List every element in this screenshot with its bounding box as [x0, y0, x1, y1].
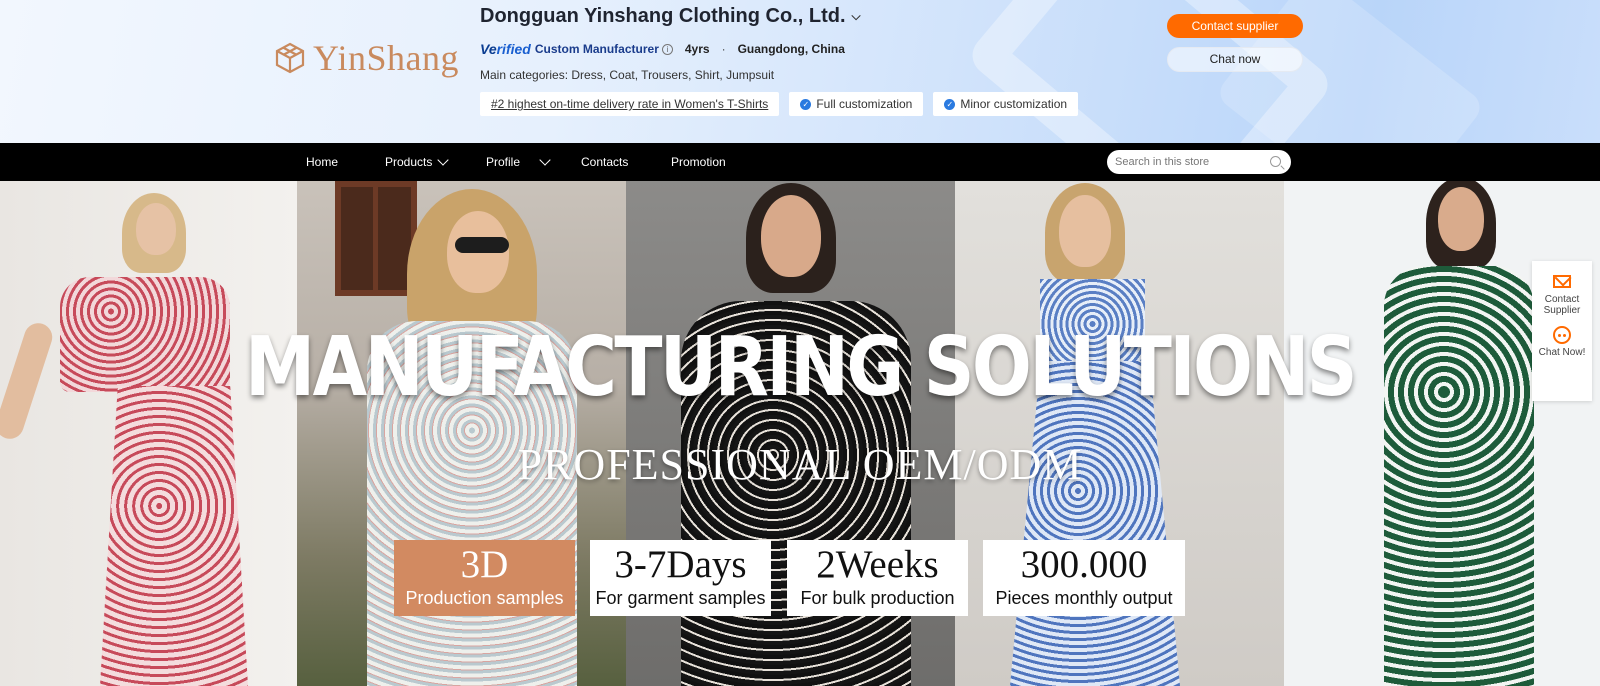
banner-subheadline: PROFESSIONAL OEM/ODM [517, 440, 1083, 489]
chevron-down-icon [437, 154, 450, 166]
supplier-tags: #2 highest on-time delivery rate in Wome… [480, 92, 1079, 116]
manufacturer-type[interactable]: Custom Manufacturer [535, 42, 659, 56]
model-photo-5 [1284, 181, 1600, 686]
stat-label: Pieces monthly output [995, 588, 1173, 608]
chat-now-button[interactable]: Chat now [1167, 47, 1303, 72]
search-input[interactable] [1115, 156, 1265, 168]
stat-value: 2Weeks [816, 543, 939, 586]
nav-contacts[interactable]: Contacts [581, 143, 628, 181]
stat-card: 3-7Days For garment samples [590, 540, 771, 616]
logo-text: YinShang [313, 38, 460, 78]
floating-contact-widget: Contact Supplier Chat Now! [1532, 261, 1592, 401]
store-search[interactable] [1107, 150, 1291, 174]
nav-promotion[interactable]: Promotion [671, 143, 726, 181]
floating-chat-now[interactable]: Chat Now! [1532, 316, 1592, 358]
verified-badge[interactable]: Verified [480, 41, 531, 57]
banner-headline: MANUFACTURING SOLUTIONS [245, 320, 1358, 415]
model-photo-1 [0, 181, 297, 686]
stat-card: 300.000 Pieces monthly output [983, 540, 1185, 616]
hero-banner[interactable]: MANUFACTURING SOLUTIONS PROFESSIONAL OEM… [0, 181, 1600, 686]
stat-label: Production samples [405, 588, 564, 608]
company-name[interactable]: Dongguan Yinshang Clothing Co., Ltd. [480, 5, 846, 28]
logo-mark-icon [275, 42, 305, 74]
chat-icon [1553, 326, 1571, 344]
years-in-business: 4yrs [684, 42, 710, 56]
stat-label: For garment samples [595, 588, 766, 608]
stat-card: 2Weeks For bulk production [787, 540, 968, 616]
store-logo[interactable]: YinShang [273, 38, 459, 78]
stat-value: 3D [460, 543, 509, 586]
info-icon[interactable]: i [661, 43, 673, 55]
nav-products[interactable]: Products [385, 143, 450, 181]
stat-card: 3D Production samples [394, 540, 575, 616]
nav-home[interactable]: Home [306, 143, 338, 181]
stat-value: 300.000 [1020, 543, 1148, 586]
store-header: YinShang Dongguan Yinshang Clothing Co.,… [0, 0, 1600, 143]
stat-value: 3-7Days [614, 543, 747, 586]
chevron-down-icon [539, 154, 551, 166]
nav-profile[interactable]: Profile [486, 143, 551, 181]
minor-customization-tag[interactable]: ✓ Minor customization [933, 92, 1079, 116]
main-categories: Main categories: Dress, Coat, Trousers, … [480, 68, 775, 82]
chevron-down-icon[interactable]: ⌵ [852, 9, 861, 24]
store-nav: Home Products Profile Contacts Promotion [0, 143, 1600, 181]
stat-label: For bulk production [800, 588, 955, 608]
check-badge-icon: ✓ [800, 98, 812, 110]
supplier-meta: Verified Custom Manufacturer i 4yrs · Gu… [480, 41, 845, 57]
supplier-location: Guangdong, China [737, 42, 845, 56]
mail-icon [1553, 275, 1571, 288]
floating-contact-supplier[interactable]: Contact Supplier [1532, 261, 1592, 316]
meta-separator: · [721, 42, 726, 56]
full-customization-tag[interactable]: ✓ Full customization [789, 92, 924, 116]
company-title[interactable]: Dongguan Yinshang Clothing Co., Ltd. ⌵ [480, 5, 861, 28]
check-badge-icon: ✓ [944, 98, 956, 110]
contact-supplier-button[interactable]: Contact supplier [1167, 14, 1303, 38]
search-icon[interactable] [1270, 156, 1281, 167]
ranking-tag[interactable]: #2 highest on-time delivery rate in Wome… [480, 92, 780, 116]
